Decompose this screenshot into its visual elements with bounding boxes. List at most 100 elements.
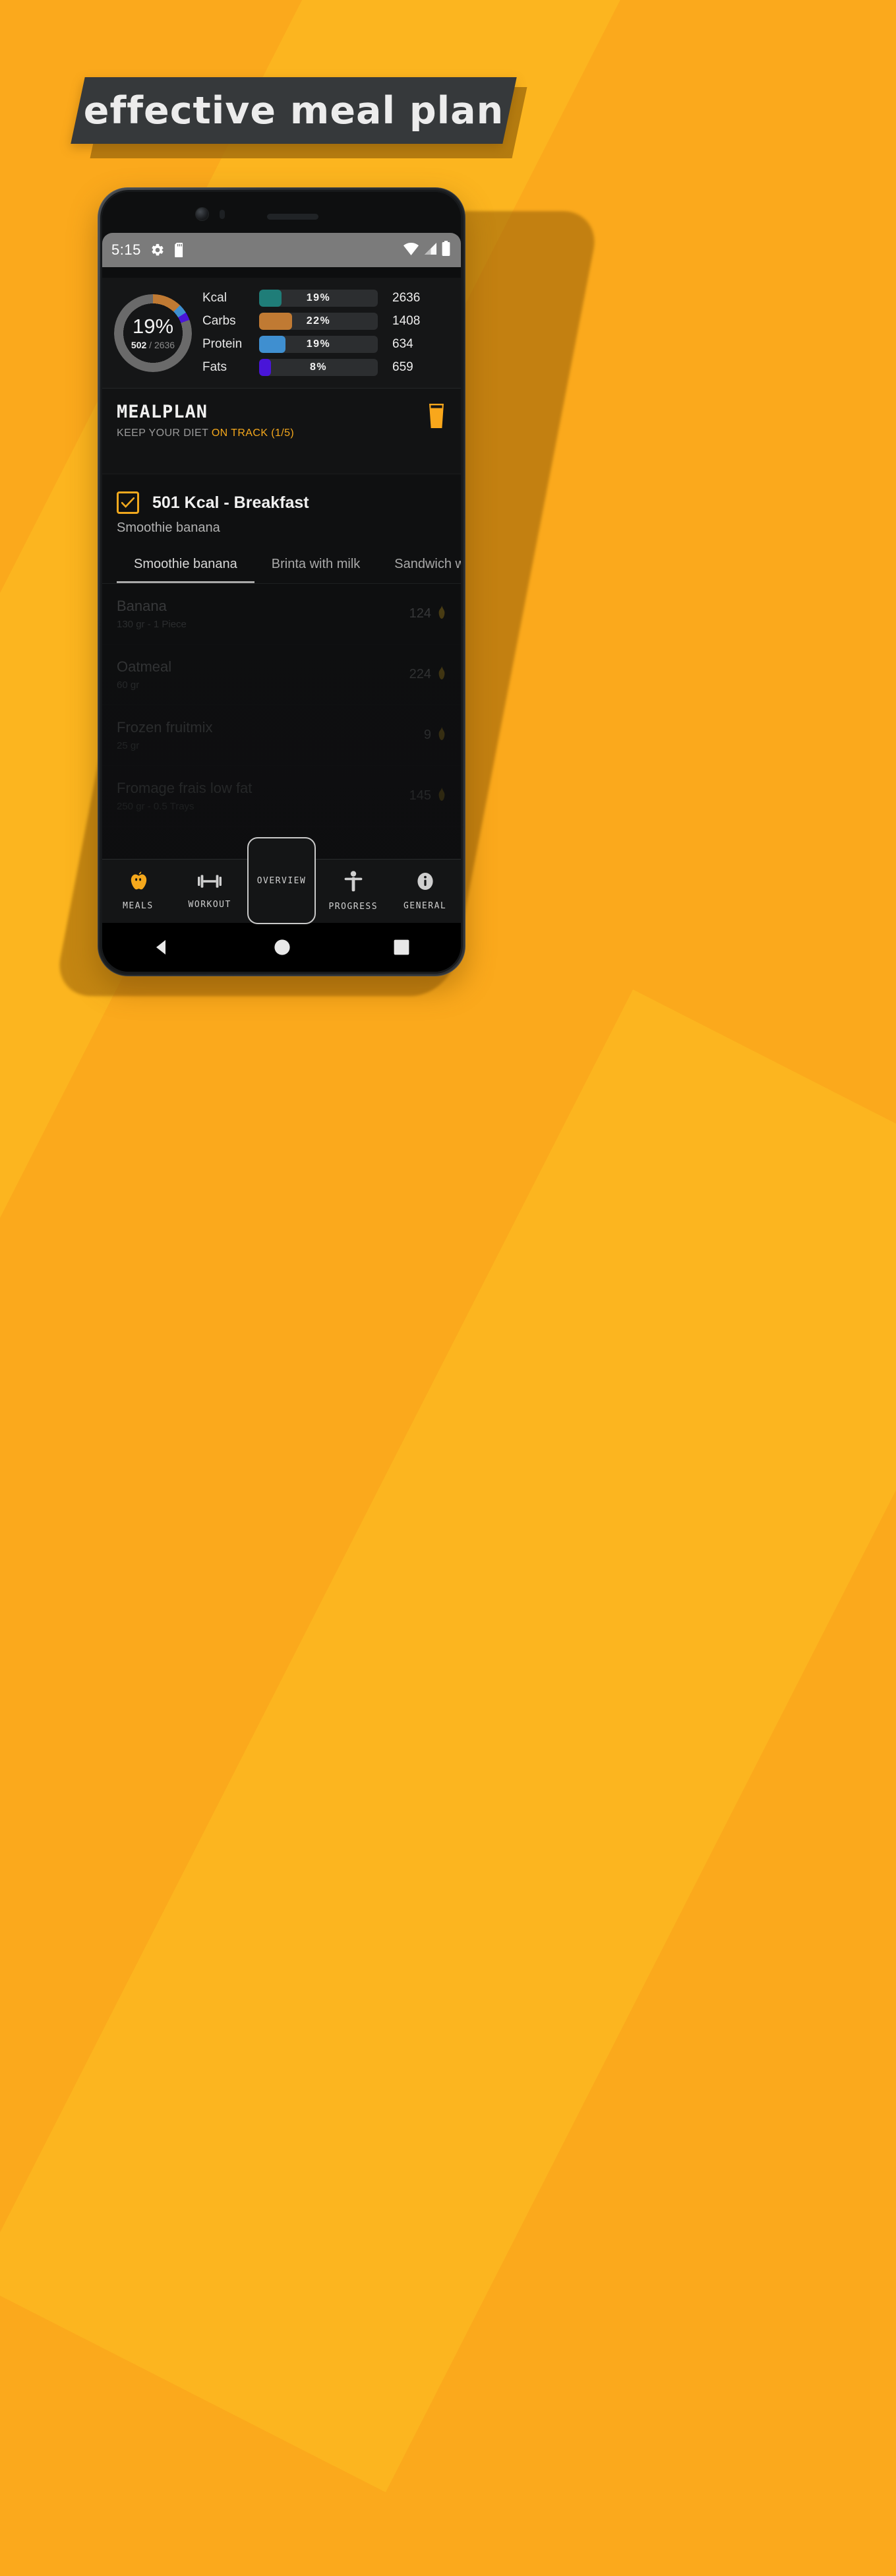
apple-icon <box>129 871 147 895</box>
meal-header: 501 Kcal - Breakfast Smoothie banana <box>102 474 461 536</box>
food-item-info: Oatmeal 60 gr <box>117 658 171 691</box>
flame-icon <box>437 666 446 683</box>
front-camera-icon <box>196 208 208 220</box>
food-item-name: Banana <box>117 598 167 614</box>
food-item-row[interactable]: Oatmeal 60 gr 224 <box>102 644 461 705</box>
meal-detail-block: 501 Kcal - Breakfast Smoothie banana Smo… <box>102 474 461 859</box>
food-item-row[interactable]: Frozen fruitmix 25 gr 9 <box>102 705 461 766</box>
meal-title: 501 Kcal - Breakfast <box>152 493 309 512</box>
macro-value: 2636 <box>392 291 421 305</box>
earpiece-speaker <box>267 214 318 220</box>
flame-icon <box>437 788 446 804</box>
wifi-icon <box>403 242 419 259</box>
macro-row: Kcal 19% 2636 <box>202 290 457 307</box>
nav-label-meals: MEALS <box>123 901 154 911</box>
meal-tab[interactable]: Smoothie banana <box>117 550 254 583</box>
food-item-quantity: 25 gr <box>117 740 140 751</box>
food-item-quantity: 250 gr - 0.5 Trays <box>117 801 194 812</box>
food-item-quantity: 130 gr - 1 Piece <box>117 619 187 630</box>
bottom-navigation-bar: MEALS WORKOUT PROGRESS GENERAL OVERVIEW <box>102 837 461 924</box>
food-item-calories: 224 <box>409 666 446 683</box>
mealplan-subtitle-highlight: ON TRACK (1/5) <box>211 427 295 439</box>
food-item-calories: 124 <box>409 606 446 622</box>
android-system-nav <box>102 923 461 972</box>
donut-goal: 2636 <box>154 339 175 350</box>
screen-top-gap <box>102 267 461 278</box>
food-kcal-value: 145 <box>409 788 431 803</box>
proximity-sensor-icon <box>220 210 225 219</box>
food-item-name: Fromage frais low fat <box>117 780 253 796</box>
phone-screen: 5:15 19% 502 / 2636 Kcal 19% 2636 Carbs … <box>102 233 461 972</box>
food-item-calories: 9 <box>424 727 446 743</box>
recents-square-icon[interactable] <box>393 939 410 956</box>
meal-title-row: 501 Kcal - Breakfast <box>117 491 446 514</box>
macro-progress-bar: 8% <box>259 359 378 376</box>
nav-item-progress[interactable]: PROGRESS <box>317 871 389 912</box>
food-item-list: Banana 130 gr - 1 Piece 124 Oatmeal 60 gr 224… <box>102 584 461 859</box>
macro-name: Fats <box>202 360 227 374</box>
food-kcal-value: 124 <box>409 606 431 621</box>
mealplan-header-section: MEALPLAN KEEP YOUR DIET ON TRACK (1/5) <box>102 389 461 474</box>
food-kcal-value: 9 <box>423 728 431 742</box>
donut-consumed-goal: 502 / 2636 <box>131 340 175 350</box>
macro-list: Kcal 19% 2636 Carbs 22% 1408 Protein 19% 634 Fats… <box>202 290 461 376</box>
macro-progress-fill <box>259 290 282 307</box>
mealplan-title: MEALPLAN <box>117 402 208 422</box>
food-item-quantity: 60 gr <box>117 679 140 691</box>
meal-subtitle: Smoothie banana <box>117 520 220 535</box>
status-time: 5:15 <box>111 241 141 258</box>
meal-tab[interactable]: Sandwich w <box>377 550 461 583</box>
dumbbell-icon <box>197 873 222 893</box>
macro-progress-bar: 22% <box>259 313 378 330</box>
beer-glass-icon[interactable] <box>427 402 446 433</box>
flame-icon <box>437 727 446 743</box>
food-item-info: Fromage frais low fat 250 gr - 0.5 Trays <box>117 780 252 812</box>
nav-item-overview[interactable]: OVERVIEW <box>247 837 316 924</box>
flame-icon <box>437 606 446 622</box>
food-item-info: Banana 130 gr - 1 Piece <box>117 598 187 630</box>
mealplan-subtitle-plain: KEEP YOUR DIET <box>117 427 212 439</box>
phone-body: 5:15 19% 502 / 2636 Kcal 19% 2636 Carbs … <box>100 190 463 974</box>
meal-checkbox[interactable] <box>117 491 139 514</box>
food-item-calories: 145 <box>409 788 446 804</box>
donut-separator: / <box>149 339 152 350</box>
food-kcal-value: 224 <box>409 667 431 681</box>
phone-device: 5:15 19% 502 / 2636 Kcal 19% 2636 Carbs … <box>98 187 465 976</box>
nav-label-general: GENERAL <box>403 901 447 911</box>
macro-name: Carbs <box>202 314 236 328</box>
nav-label-progress: PROGRESS <box>328 902 378 912</box>
cell-signal-icon <box>424 242 437 259</box>
macro-percent: 22% <box>306 315 331 327</box>
food-item-name: Oatmeal <box>117 658 172 675</box>
battery-icon <box>442 241 450 259</box>
food-item-row[interactable]: Fromage frais low fat 250 gr - 0.5 Trays 1… <box>102 766 461 827</box>
meal-tab[interactable]: Brinta with milk <box>254 550 377 583</box>
body-icon <box>343 871 363 895</box>
nav-label-overview: OVERVIEW <box>256 875 307 886</box>
macro-percent: 19% <box>306 292 331 303</box>
macro-progress-bar: 19% <box>259 290 378 307</box>
nav-item-meals[interactable]: MEALS <box>102 871 174 911</box>
macro-progress-bar: 19% <box>259 336 378 353</box>
macro-name: Protein <box>202 337 243 351</box>
home-circle-icon[interactable] <box>273 938 291 957</box>
macro-progress-fill <box>259 359 271 376</box>
macro-progress-fill <box>259 336 285 353</box>
back-triangle-icon[interactable] <box>153 938 171 957</box>
macro-percent: 19% <box>306 338 331 350</box>
macro-value: 659 <box>392 360 413 374</box>
macro-progress-fill <box>259 313 293 330</box>
nav-item-general[interactable]: GENERAL <box>389 871 461 911</box>
food-item-row[interactable]: Banana 130 gr - 1 Piece 124 <box>102 584 461 644</box>
donut-center-label: 19% 502 / 2636 <box>114 294 192 372</box>
nutrition-summary-panel: 19% 502 / 2636 Kcal 19% 2636 Carbs 22% 1408 Pr… <box>102 278 461 389</box>
calorie-donut-chart: 19% 502 / 2636 <box>114 294 192 372</box>
gear-icon <box>150 243 165 257</box>
nav-label-workout: WORKOUT <box>188 900 231 910</box>
nav-item-workout[interactable]: WORKOUT <box>174 873 246 910</box>
food-item-info: Frozen fruitmix 25 gr <box>117 719 212 751</box>
sd-card-icon <box>174 243 185 257</box>
macro-value: 1408 <box>392 314 421 328</box>
macro-name: Kcal <box>202 291 227 305</box>
macro-row: Carbs 22% 1408 <box>202 313 457 330</box>
